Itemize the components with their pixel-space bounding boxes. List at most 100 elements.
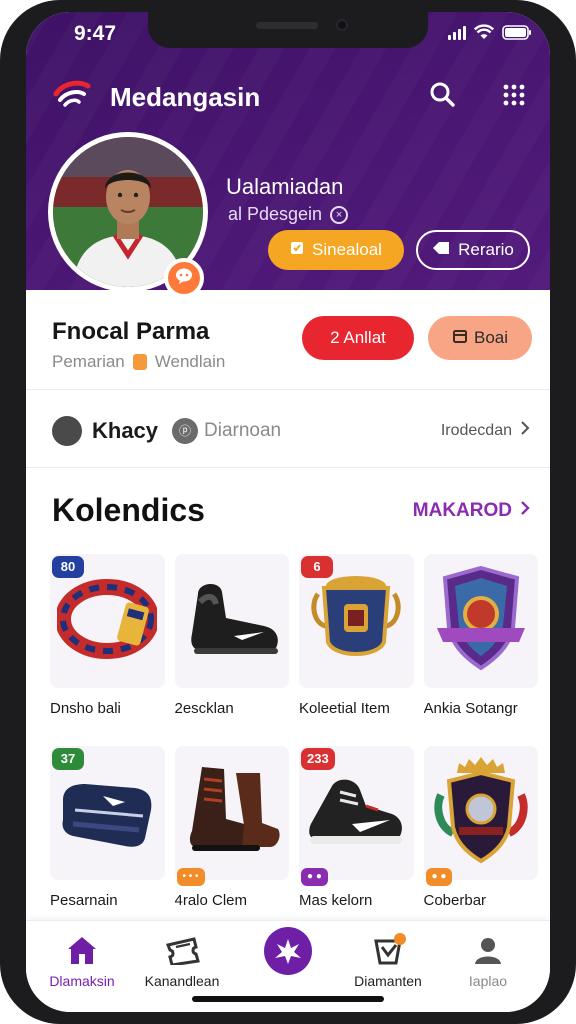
crest-icon <box>433 755 529 872</box>
primary-action-label: Sinealoal <box>312 240 382 259</box>
profile-role-left: Pemarian <box>52 352 125 371</box>
nav-label-home: Dlamaksin <box>49 973 115 989</box>
profile-icon <box>469 931 507 969</box>
app-title: Medangasin <box>110 82 261 112</box>
boot-icon <box>180 574 284 669</box>
collection-item[interactable]: 2escklan <box>174 554 289 724</box>
home-indicator[interactable] <box>192 996 384 1002</box>
club-row[interactable]: Khacy ⓟ Diarnoan Irodecdan <box>26 390 550 468</box>
close-circle-icon[interactable]: × <box>330 205 349 224</box>
chat-bubble-icon <box>174 267 194 290</box>
high-boot-icon <box>182 759 282 868</box>
collection-item[interactable]: 37 Pesarnain <box>50 746 165 916</box>
item-tag: 80 <box>52 556 84 578</box>
collection-grid: 80 Dnsho bali 2escklan 6 Koleetial Item … <box>50 554 538 916</box>
nav-item-profile[interactable]: Iaplao <box>438 931 538 989</box>
app-screen: 9:47 Medangasin Ualamiadan al Pdesgein ×… <box>26 12 550 1012</box>
club-sub: Diarnoan <box>204 420 282 441</box>
nav-item-shop[interactable]: Diamanten <box>338 931 438 989</box>
box-icon <box>452 328 468 349</box>
profile-info-section: Fnocal Parma Pemarian Wendlain 2 Anllat … <box>26 290 550 390</box>
nav-label-profile: Iaplao <box>468 973 508 989</box>
lock-icon <box>132 354 147 370</box>
collection-item[interactable]: 80 Dnsho bali <box>50 554 165 724</box>
collection-item-label: Koleetial Item <box>299 700 390 717</box>
trophy-shield-icon <box>308 564 404 679</box>
speaker-grille <box>256 22 318 29</box>
secondary-action-button[interactable]: Rerario <box>416 230 530 270</box>
tag-icon <box>432 240 450 260</box>
chevron-right-icon <box>520 500 530 522</box>
battery-icon <box>502 25 532 40</box>
collection-title: Kolendics <box>52 492 205 528</box>
header-user-name: Ualamiadan <box>226 174 344 199</box>
item-tag: 37 <box>52 748 84 770</box>
club-logo-icon <box>52 416 82 446</box>
badge-shield-icon <box>433 564 529 679</box>
collection-item-label: 4ralo Clem <box>174 892 248 909</box>
sneaker-icon <box>304 766 408 861</box>
bag-icon <box>55 766 159 861</box>
item-tag: 6 <box>301 556 333 578</box>
collection-see-all-link[interactable]: MAKAROD <box>413 500 530 522</box>
peach-action-label: Boai <box>473 328 509 347</box>
profile-name: Fnocal Parma <box>52 318 210 345</box>
collection-item-image: • • • <box>174 746 289 886</box>
signal-icon <box>448 24 466 40</box>
header-user-sub-text: al Pdesgein <box>228 204 323 224</box>
collection-item-label: Ankia Sotangr <box>423 700 518 717</box>
chevron-right-icon <box>520 420 530 441</box>
collection-item-image: 233 ● ● <box>299 746 414 886</box>
collection-item-label: Pesarnain <box>50 892 118 909</box>
grid-dots-icon <box>502 82 526 111</box>
wifi-icon <box>474 24 494 40</box>
collection-item-label: Mas kelorn <box>299 892 373 909</box>
club-more-label: Irodecdan <box>440 421 512 439</box>
collection-item-label: 2escklan <box>174 700 234 717</box>
phone-frame: 9:47 Medangasin Ualamiadan al Pdesgein ×… <box>0 0 576 1024</box>
peach-action-button[interactable]: Boai <box>428 316 532 360</box>
collection-link-label: MAKAROD <box>412 500 512 521</box>
search-icon <box>428 80 456 113</box>
nav-item-home[interactable]: Dlamaksin <box>32 931 132 989</box>
collection-item[interactable]: Ankia Sotangr <box>423 554 538 724</box>
collection-item-image: 6 <box>299 554 414 688</box>
item-tag: 233 <box>301 748 335 770</box>
scarf-icon <box>55 574 160 669</box>
nav-item-tickets[interactable]: Kanandlean <box>132 931 232 989</box>
secondary-action-label: Rerario <box>458 240 514 259</box>
collection-item-image <box>174 554 289 688</box>
item-chip: • • • <box>176 868 205 886</box>
brand-logo-icon <box>52 78 92 112</box>
club-name: Khacy <box>92 418 159 443</box>
collection-item-image: 37 <box>50 746 165 880</box>
profile-role-right: Wendlain <box>154 352 226 371</box>
collection-item-label: Dnsho bali <box>50 700 121 717</box>
primary-action-button[interactable]: Sinealoal <box>268 230 404 270</box>
center-emblem-icon <box>264 927 312 975</box>
collection-item[interactable]: ● ● Coberbar <box>423 746 538 916</box>
square-icon <box>290 240 304 260</box>
home-icon <box>63 931 101 969</box>
collection-item-image: 80 <box>50 554 165 688</box>
avatar-status-badge <box>164 258 204 298</box>
ticket-icon <box>163 931 201 969</box>
front-camera <box>336 19 348 31</box>
status-icons <box>448 24 532 40</box>
status-time: 9:47 <box>74 22 117 45</box>
item-chip: ● ● <box>301 868 328 886</box>
nav-item-center[interactable] <box>238 927 338 975</box>
profile-role: Pemarian Wendlain <box>52 352 225 372</box>
header-user-sub: al Pdesgein × <box>228 204 349 225</box>
collection-item[interactable]: • • • 4ralo Clem <box>174 746 289 916</box>
red-action-button[interactable]: 2 Anllat <box>302 316 414 360</box>
search-button[interactable] <box>422 76 462 116</box>
more-options-button[interactable] <box>494 76 534 116</box>
collection-item-image: ● ● <box>423 746 538 886</box>
collection-item[interactable]: 6 Koleetial Item <box>299 554 414 724</box>
collection-item-image <box>423 554 538 688</box>
club-sub-icon: ⓟ <box>172 418 198 444</box>
collection-item[interactable]: 233 ● ● Mas kelorn <box>299 746 414 916</box>
club-more-link[interactable]: Irodecdan <box>441 420 530 441</box>
item-chip: ● ● <box>425 868 453 886</box>
